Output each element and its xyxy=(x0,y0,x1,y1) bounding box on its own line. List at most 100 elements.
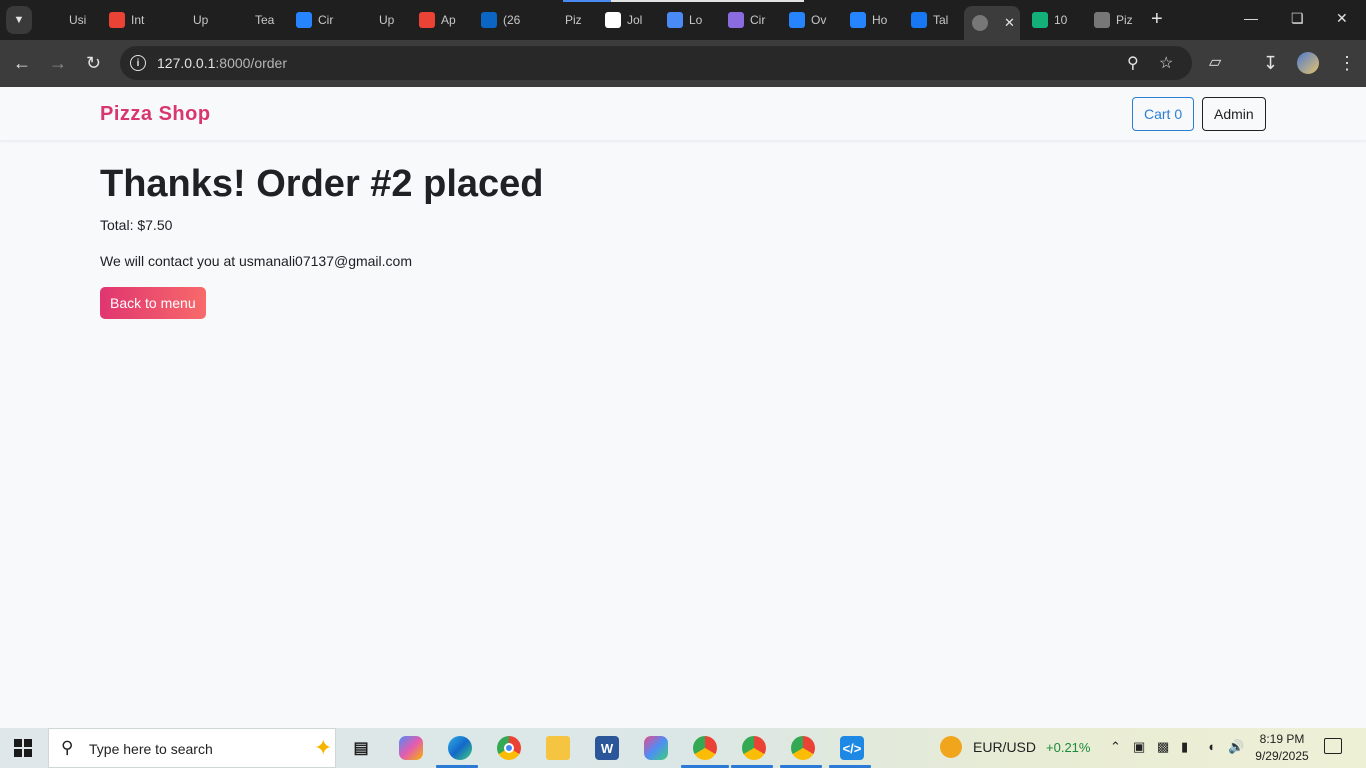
vscode-app-icon[interactable]: </> xyxy=(837,733,867,763)
fx-widget[interactable]: EUR/USD +0.21% xyxy=(940,736,1090,758)
extensions-icon[interactable]: ▱ xyxy=(1209,52,1221,74)
chrome-profile-3-icon[interactable] xyxy=(788,733,818,763)
file-explorer-icon[interactable] xyxy=(543,733,573,763)
bookmark-star-icon[interactable]: ☆ xyxy=(1159,53,1173,73)
tray-chevron-up-icon[interactable]: ⌃ xyxy=(1110,739,1121,755)
jira-icon xyxy=(296,12,312,28)
clock-time: 8:19 PM xyxy=(1259,732,1305,746)
facebook-icon xyxy=(911,12,927,28)
upwork-icon xyxy=(233,12,249,28)
fx-pair: EUR/USD xyxy=(973,739,1037,755)
download-icon[interactable]: ↧ xyxy=(1263,52,1278,74)
reload-icon[interactable]: ↻ xyxy=(86,52,101,74)
new-tab-button[interactable]: + xyxy=(1151,9,1163,29)
profile-avatar[interactable] xyxy=(1297,52,1319,74)
browser-tab[interactable]: Piz xyxy=(543,5,597,35)
browser-tab[interactable]: 10 xyxy=(1032,5,1078,35)
upwork-icon xyxy=(171,12,187,28)
contact-message: We will contact you at usmanali07137@gma… xyxy=(100,253,412,269)
browser-tab[interactable]: Cir xyxy=(296,5,350,35)
tab-search-chevron-icon[interactable]: ▼ xyxy=(6,6,32,34)
tray-app-icon[interactable]: ▣ xyxy=(1133,739,1145,755)
edge-app-icon[interactable] xyxy=(445,733,475,763)
tab-label: Piz xyxy=(565,13,582,27)
browser-tab[interactable]: Int xyxy=(109,5,163,35)
notifications-icon[interactable] xyxy=(1324,738,1342,754)
site-info-icon[interactable]: i xyxy=(130,55,146,71)
browser-tab[interactable]: Usi xyxy=(47,5,101,35)
copilot-app-icon[interactable] xyxy=(396,733,426,763)
task-view-icon[interactable]: ▤ xyxy=(346,733,376,763)
windows-taskbar: ⚲ Type here to search ✦ ▤ W </> EUR/USD … xyxy=(0,728,1366,768)
tab-label: Up xyxy=(379,13,395,27)
close-window-icon[interactable]: ✕ xyxy=(1336,10,1348,27)
tab-active[interactable]: ✕ xyxy=(964,6,1020,40)
browser-tab[interactable]: Tea xyxy=(233,5,287,35)
url-host: 127.0.0.1 xyxy=(157,55,216,71)
copilot-sparkle-icon: ✦ xyxy=(314,735,333,760)
url-text[interactable]: 127.0.0.1:8000/order xyxy=(157,55,287,71)
admin-button[interactable]: Admin xyxy=(1202,97,1266,131)
chrome-app-icon[interactable] xyxy=(494,733,524,763)
address-bar[interactable]: i 127.0.0.1:8000/order ⚲ ☆ xyxy=(120,46,1192,80)
browser-tab[interactable]: Tal xyxy=(911,5,965,35)
page-content: Pizza Shop Cart 0 Admin Thanks! Order #2… xyxy=(0,87,1366,728)
brand-logo-link[interactable]: Pizza Shop xyxy=(100,103,211,126)
tab-progress-bar xyxy=(611,0,804,2)
browser-tab[interactable]: Ov xyxy=(789,5,843,35)
refresh-icon xyxy=(850,12,866,28)
search-icon: ⚲ xyxy=(61,738,74,757)
system-clock[interactable]: 8:19 PM 9/29/2025 xyxy=(1252,731,1312,765)
zoom-icon[interactable]: ⚲ xyxy=(1127,53,1139,73)
minimize-icon[interactable]: — xyxy=(1244,10,1258,26)
bitbucket-icon xyxy=(789,12,805,28)
upwork-icon xyxy=(47,12,63,28)
browser-tab[interactable]: Ap xyxy=(419,5,473,35)
browser-tab[interactable]: Cir xyxy=(728,5,782,35)
battery-icon[interactable]: ▮ xyxy=(1181,739,1188,755)
cart-button[interactable]: Cart 0 xyxy=(1132,97,1195,131)
tab-label: Ov xyxy=(811,13,827,27)
close-tab-icon[interactable]: ✕ xyxy=(1004,15,1015,31)
browser-tab[interactable]: Up xyxy=(357,5,411,35)
taskbar-search-box[interactable]: ⚲ Type here to search ✦ xyxy=(48,728,336,768)
tab-label: Lo xyxy=(689,13,703,27)
coins-icon xyxy=(940,736,962,758)
volume-icon[interactable]: 🔊 xyxy=(1228,739,1244,755)
back-icon[interactable]: ← xyxy=(13,52,31,74)
upwork-icon xyxy=(357,12,373,28)
circle-dots-icon xyxy=(728,12,744,28)
order-total: Total: $7.50 xyxy=(100,217,173,233)
chrome-profile-2-icon[interactable] xyxy=(739,733,769,763)
windows-start-icon[interactable] xyxy=(14,739,32,757)
tab-label: 10 xyxy=(1054,13,1068,27)
tab-label: Up xyxy=(193,13,209,27)
browser-tab[interactable]: Up xyxy=(171,5,225,35)
back-to-menu-button[interactable]: Back to menu xyxy=(100,287,206,319)
word-app-icon[interactable]: W xyxy=(592,733,622,763)
browser-tab[interactable]: Ho xyxy=(850,5,904,35)
browser-tab[interactable]: Piz xyxy=(1094,5,1140,35)
m365-app-icon[interactable] xyxy=(641,733,671,763)
menu-kebab-icon[interactable]: ⋮ xyxy=(1338,52,1356,74)
wifi-icon[interactable]: ◖ xyxy=(1207,739,1215,754)
forward-icon[interactable]: → xyxy=(49,52,67,74)
browser-tab[interactable]: Lo xyxy=(667,5,721,35)
tab-label: Int xyxy=(131,13,145,27)
browser-tab[interactable]: Jol xyxy=(605,5,659,35)
site-navbar: Pizza Shop Cart 0 Admin xyxy=(0,87,1366,141)
tab-label: Cir xyxy=(750,13,766,27)
gmail-icon xyxy=(109,12,125,28)
globe-icon xyxy=(972,15,988,31)
gmail-icon xyxy=(419,12,435,28)
tab-label: Usi xyxy=(69,13,87,27)
browser-tab[interactable]: (26 xyxy=(481,5,535,35)
tab-label: Ap xyxy=(441,13,456,27)
globe-icon xyxy=(1094,12,1110,28)
chrome-profile-1-icon[interactable] xyxy=(690,733,720,763)
info-icon xyxy=(605,12,621,28)
tab-label: Tal xyxy=(933,13,949,27)
tab-label: Ho xyxy=(872,13,888,27)
meet-now-icon[interactable]: ▩ xyxy=(1157,739,1169,755)
restore-icon[interactable]: ❏ xyxy=(1291,10,1304,27)
